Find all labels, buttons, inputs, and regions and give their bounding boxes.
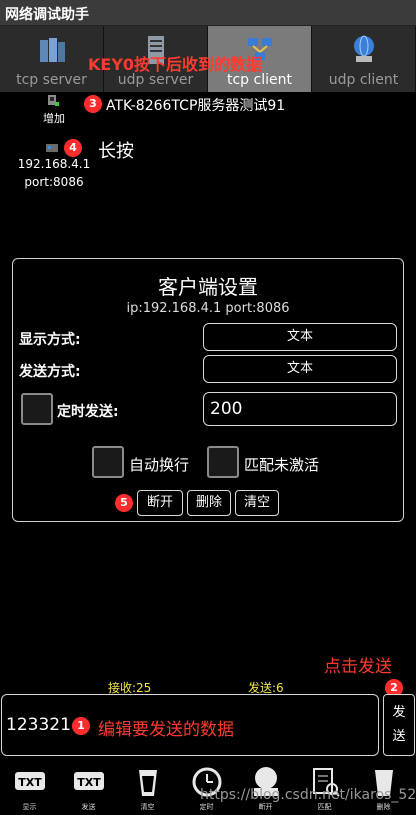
toolbar-clear[interactable]: 清空 <box>118 760 177 815</box>
dialog-title: 客户端设置 <box>158 275 258 299</box>
timed-send-label: 定时发送: <box>57 404 119 420</box>
toolbar-label: 删除 <box>376 803 391 811</box>
send-label-1: 发 <box>392 705 406 720</box>
received-message: ATK-8266TCP服务器测试91 <box>106 98 286 114</box>
toolbar-label: 定时 <box>199 803 214 811</box>
txt-display-icon: TXT <box>15 772 45 790</box>
toolbar-label: 匹配 <box>317 803 332 811</box>
client-settings-dialog: 客户端设置 ip:192.168.4.1 port:8086 显示方式: 文本 … <box>12 258 404 522</box>
tab-bar: tcp server udp server tcp client udp cli… <box>0 26 416 92</box>
delete-button[interactable]: 删除 <box>187 490 231 516</box>
match-inactive-label: 匹配未激活 <box>244 456 320 474</box>
badge-3: 3 <box>84 95 102 113</box>
clear-button[interactable]: 清空 <box>235 490 279 516</box>
annotation-long-press: 长按 <box>98 141 134 162</box>
dialog-subtitle: ip:192.168.4.1 port:8086 <box>126 301 290 316</box>
badge-5: 5 <box>115 494 133 512</box>
title-bar: 网络调试助手 <box>0 0 416 26</box>
toolbar-label: 清空 <box>140 803 155 811</box>
annotation-edit-hint: 编辑要发送的数据 <box>98 720 234 740</box>
send-data-input[interactable]: 123321 1 编辑要发送的数据 <box>1 694 379 756</box>
add-label: 增加 <box>43 112 65 125</box>
svg-text:TXT: TXT <box>77 776 101 789</box>
network-card-icon <box>46 144 58 152</box>
txt-send-icon: TXT <box>74 772 104 790</box>
client-entry[interactable]: 192.168.4.1 port:8086 <box>4 140 104 190</box>
auto-wrap-label: 自动换行 <box>129 456 190 474</box>
app-title: 网络调试助手 <box>5 7 89 23</box>
clear-cup-icon <box>139 770 157 796</box>
send-data-value: 123321 <box>6 715 71 735</box>
annotation-click-send: 点击发送 <box>324 657 392 677</box>
send-label-2: 送 <box>392 729 406 744</box>
client-ip: 192.168.4.1 <box>17 157 91 171</box>
toolbar-label: 断开 <box>258 803 273 811</box>
toolbar-send[interactable]: TXT 发送 <box>59 760 118 815</box>
send-mode-label: 发送方式: <box>19 364 81 380</box>
badge-4: 4 <box>64 139 82 157</box>
annotation-key0: KEY0按下后收到的数据 <box>88 55 263 74</box>
add-device-icon <box>48 95 59 106</box>
send-button[interactable]: 发 送 <box>383 694 415 756</box>
svg-text:TXT: TXT <box>18 776 42 789</box>
badge-1: 1 <box>72 717 90 735</box>
display-mode-select[interactable]: 文本 <box>203 323 397 351</box>
client-port: port:8086 <box>24 175 84 189</box>
tab-udp-client[interactable]: udp client <box>312 26 416 92</box>
send-mode-select[interactable]: 文本 <box>203 355 397 383</box>
timed-send-checkbox[interactable] <box>21 393 53 425</box>
watermark: https://blog.csdn.net/ikaros_521 <box>200 787 416 803</box>
timed-send-interval-input[interactable]: 200 <box>203 392 397 426</box>
toolbar-label: 发送 <box>81 803 96 811</box>
auto-wrap-checkbox[interactable] <box>92 446 124 478</box>
toolbar-label: 显示 <box>22 803 37 811</box>
server-rack-icon <box>40 38 65 62</box>
add-button[interactable]: 增加 <box>30 94 78 128</box>
toolbar-display[interactable]: TXT 显示 <box>0 760 59 815</box>
match-inactive-checkbox[interactable] <box>207 446 239 478</box>
disconnect-button[interactable]: 断开 <box>137 490 183 516</box>
display-mode-label: 显示方式: <box>19 332 81 348</box>
tab-label: udp client <box>328 72 399 88</box>
globe-computer-icon <box>354 35 374 62</box>
